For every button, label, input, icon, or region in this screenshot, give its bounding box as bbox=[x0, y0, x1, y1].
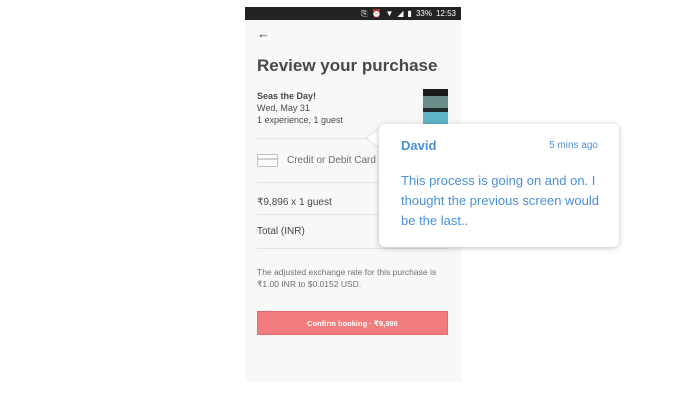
confirm-booking-button[interactable]: Confirm booking · ₹9,896 bbox=[257, 311, 448, 335]
exchange-rate-note: The adjusted exchange rate for this purc… bbox=[257, 267, 437, 289]
comment-bubble[interactable]: David 5 mins ago This process is going o… bbox=[379, 124, 619, 247]
payment-method-selector[interactable]: Credit or Debit Card bbox=[287, 155, 376, 166]
price-line: ₹9,896 x 1 guest bbox=[257, 197, 332, 208]
alarm-icon: ⏰ bbox=[371, 9, 382, 18]
experience-thumbnail bbox=[423, 89, 448, 129]
status-bar: ⎘ ⏰ ▼ ◢ ▮ 33% 12:53 bbox=[245, 7, 461, 20]
experience-count: 1 experience, 1 guest bbox=[257, 115, 344, 125]
experience-date: Wed, May 31 bbox=[257, 103, 310, 113]
back-arrow-icon[interactable]: ← bbox=[257, 27, 271, 41]
comment-message: This process is going on and on. I thoug… bbox=[401, 173, 600, 228]
vibrate-icon: ⎘ bbox=[361, 9, 368, 18]
comment-author: David bbox=[401, 138, 437, 153]
page-title: Review your purchase bbox=[257, 56, 438, 75]
comment-time: 5 mins ago bbox=[549, 140, 598, 151]
divider bbox=[257, 248, 449, 249]
experience-name: Seas the Day! bbox=[257, 91, 317, 101]
credit-card-icon bbox=[257, 154, 278, 167]
battery-level: 33% bbox=[415, 9, 432, 18]
total-label: Total (INR) bbox=[257, 226, 305, 237]
battery-icon: ▮ bbox=[407, 9, 412, 18]
wifi-icon: ▼ bbox=[385, 9, 394, 18]
status-time: 12:53 bbox=[435, 9, 456, 18]
signal-icon: ◢ bbox=[397, 9, 404, 18]
